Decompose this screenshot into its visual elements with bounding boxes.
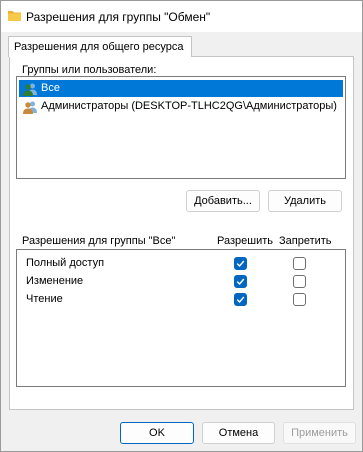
- deny-checkbox[interactable]: [293, 257, 306, 270]
- title-bar: Разрешения для группы "Обмен": [1, 1, 362, 32]
- tab-share-permissions[interactable]: Разрешения для общего ресурса: [8, 36, 192, 57]
- allow-checkbox[interactable]: [234, 293, 247, 306]
- list-item[interactable]: Все: [19, 80, 343, 97]
- folder-icon: [8, 11, 21, 21]
- tab-label: Разрешения для общего ресурса: [14, 41, 184, 53]
- permission-name: Чтение: [26, 293, 63, 305]
- allow-checkbox[interactable]: [234, 275, 247, 288]
- permission-name: Полный доступ: [26, 257, 105, 269]
- permission-name: Изменение: [26, 275, 84, 287]
- allow-checkbox[interactable]: [234, 257, 247, 270]
- remove-button[interactable]: Удалить: [268, 190, 342, 212]
- cancel-button[interactable]: Отмена: [202, 422, 275, 444]
- window-title: Разрешения для группы "Обмен": [26, 10, 211, 24]
- permissions-header: Разрешения для группы "Все": [22, 235, 176, 247]
- checkmark-icon: [236, 296, 245, 304]
- ok-button[interactable]: OK: [120, 422, 194, 444]
- permission-row: Чтение: [17, 291, 345, 309]
- users-icon: [23, 83, 37, 96]
- checkmark-icon: [236, 278, 245, 286]
- allow-header: Разрешить: [217, 235, 273, 247]
- add-button[interactable]: Добавить...: [186, 190, 260, 212]
- group-name: Все: [41, 82, 60, 94]
- checkmark-icon: [236, 260, 245, 268]
- permissions-list: Полный доступ Изменение Чтение: [16, 249, 346, 387]
- apply-button[interactable]: Применить: [283, 422, 356, 444]
- groups-label: Группы или пользователи:: [22, 64, 157, 76]
- deny-checkbox[interactable]: [293, 275, 306, 288]
- permission-row: Изменение: [17, 273, 345, 291]
- users-icon: [23, 101, 37, 114]
- deny-header: Запретить: [279, 235, 332, 247]
- permission-row: Полный доступ: [17, 255, 345, 273]
- deny-checkbox[interactable]: [293, 293, 306, 306]
- groups-listbox[interactable]: Все Администраторы (DESKTOP-TLHC2QG\Адми…: [16, 76, 346, 179]
- list-item[interactable]: Администраторы (DESKTOP-TLHC2QG\Админист…: [19, 98, 343, 115]
- group-name: Администраторы (DESKTOP-TLHC2QG\Админист…: [41, 100, 337, 112]
- permissions-dialog: Разрешения для группы "Обмен" Разрешения…: [0, 0, 363, 452]
